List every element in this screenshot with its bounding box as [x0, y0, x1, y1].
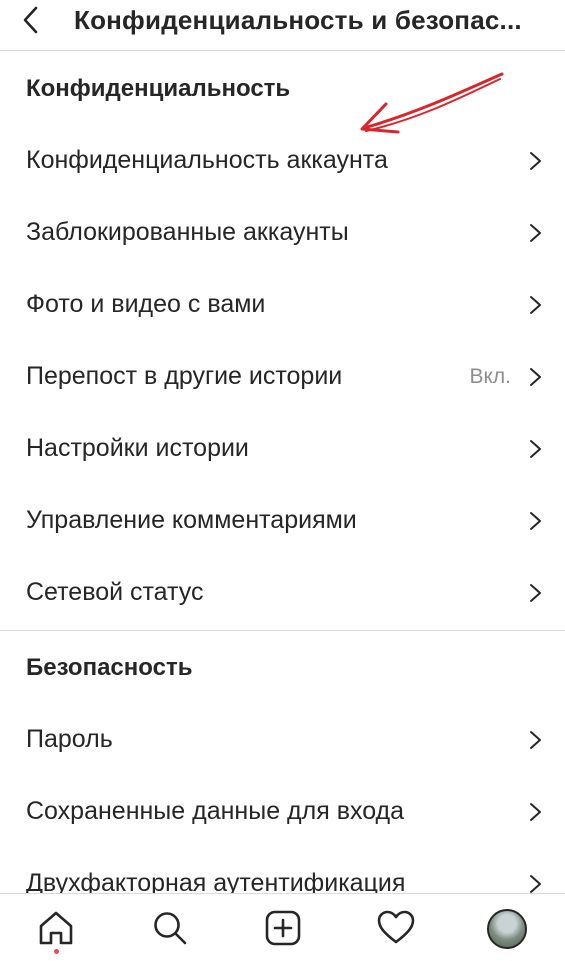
row-story-resharing[interactable]: Перепост в другие истории Вкл.	[0, 340, 565, 412]
row-saved-login-info[interactable]: Сохраненные данные для входа	[0, 775, 565, 847]
chevron-right-icon	[530, 440, 541, 458]
annotation-arrow-icon	[360, 72, 504, 134]
chevron-right-icon	[530, 152, 541, 170]
activity-heart-icon[interactable]	[374, 906, 418, 950]
chevron-right-icon	[530, 512, 541, 530]
row-label: Фото и видео с вами	[26, 290, 266, 318]
row-photos-videos-of-you[interactable]: Фото и видео с вами	[0, 268, 565, 340]
row-blocked-accounts[interactable]: Заблокированные аккаунты	[0, 196, 565, 268]
row-label: Конфиденциальность аккаунта	[26, 146, 388, 174]
page-title: Конфиденциальность и безопас...	[74, 5, 522, 35]
home-icon[interactable]	[34, 906, 78, 950]
row-label: Заблокированные аккаунты	[26, 218, 349, 246]
row-label: Сохраненные данные для входа	[26, 797, 405, 825]
profile-avatar[interactable]	[487, 909, 527, 949]
chevron-right-icon	[530, 368, 541, 386]
section-header-security: Безопасность	[26, 654, 193, 681]
chevron-right-icon	[530, 731, 541, 749]
chevron-right-icon	[530, 224, 541, 242]
row-story-settings[interactable]: Настройки истории	[0, 412, 565, 484]
row-label: Перепост в другие истории	[26, 362, 343, 390]
back-chevron-icon[interactable]	[12, 2, 52, 42]
search-icon[interactable]	[148, 906, 192, 950]
row-label: Пароль	[26, 725, 113, 753]
chevron-right-icon	[530, 296, 541, 314]
row-label: Настройки истории	[26, 434, 249, 462]
row-status-value: Вкл.	[469, 365, 511, 388]
row-label: Сетевой статус	[26, 578, 204, 606]
chevron-right-icon	[530, 584, 541, 602]
chevron-right-icon	[530, 803, 541, 821]
bottom-tab-bar	[0, 893, 565, 961]
notification-dot	[54, 949, 59, 954]
section-divider	[0, 630, 565, 631]
new-post-icon[interactable]	[261, 906, 305, 950]
row-activity-status[interactable]: Сетевой статус	[0, 556, 565, 628]
section-header-privacy: Конфиденциальность	[26, 75, 291, 102]
row-password[interactable]: Пароль	[0, 703, 565, 775]
row-label: Управление комментариями	[26, 506, 357, 534]
top-bar: Конфиденциальность и безопас...	[0, 0, 565, 51]
row-comment-controls[interactable]: Управление комментариями	[0, 484, 565, 556]
